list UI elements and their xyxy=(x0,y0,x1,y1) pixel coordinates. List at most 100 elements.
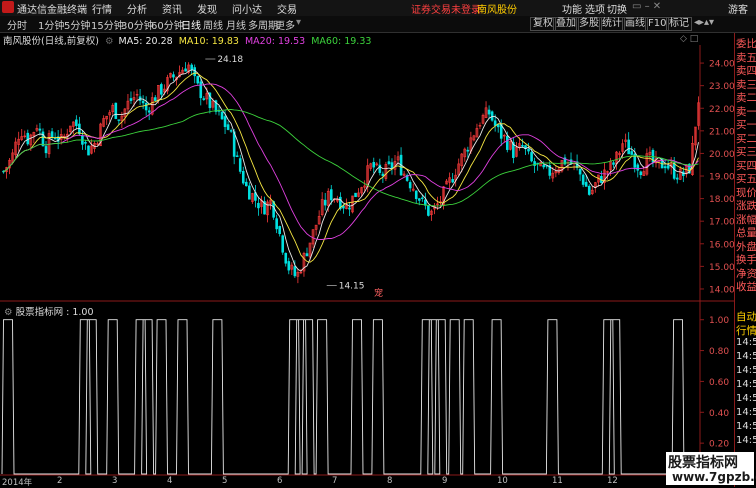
price-tick-label: 18.00 xyxy=(709,195,734,205)
menu-function[interactable]: 功能 xyxy=(562,1,582,16)
ma10-line xyxy=(3,72,699,263)
tick-panel-label[interactable]: 自动 xyxy=(736,309,756,324)
candle-body xyxy=(141,100,145,104)
candle-body xyxy=(542,164,546,168)
low-label: 14.15 xyxy=(339,282,365,292)
tab-monthly[interactable]: 月线 xyxy=(226,17,246,32)
tab-1min[interactable]: 1分钟 xyxy=(38,17,64,32)
date-axis: 2014年 2 3 4 5 6 7 8 9 10 11 12 xyxy=(0,476,670,488)
menu-guest[interactable]: 游客 xyxy=(728,1,748,16)
candle-body xyxy=(44,146,48,154)
candle-body xyxy=(50,131,54,138)
candle-body xyxy=(241,171,245,184)
candle-body xyxy=(323,199,327,206)
date-tick-label: 2014年 xyxy=(2,478,33,488)
candle-body xyxy=(390,162,394,169)
price-tick-label: 22.00 xyxy=(709,105,734,115)
window-controls-icon[interactable]: ▭ – ✕ xyxy=(632,1,661,12)
candle-body xyxy=(372,162,376,168)
kline-chart[interactable]: 24.00 23.00 22.00 21.00 20.00 19.00 18.00 17.00… xyxy=(0,45,734,476)
price-tick-label: 17.00 xyxy=(709,218,734,228)
candle-body xyxy=(75,119,78,126)
ma60-line xyxy=(3,109,699,207)
candle-body xyxy=(675,177,679,180)
tab-5min[interactable]: 5分钟 xyxy=(64,17,90,32)
menu-discover[interactable]: 发现 xyxy=(197,1,217,16)
indicator-tick-label: 0.40 xyxy=(709,409,729,419)
candle-body xyxy=(639,171,643,176)
date-tick-label: 9 xyxy=(442,476,448,486)
candle-body xyxy=(114,102,118,119)
candle-body xyxy=(587,185,591,195)
menu-ask[interactable]: 问小达 xyxy=(232,1,262,16)
candle-body xyxy=(527,149,530,152)
menu-options[interactable]: 选项 xyxy=(585,1,605,16)
indicator-tick-label: 0.80 xyxy=(709,347,729,357)
candle-body xyxy=(348,207,351,210)
candle-body xyxy=(172,74,175,78)
candle-body xyxy=(414,190,418,200)
tab-more[interactable]: 更多 xyxy=(275,17,295,32)
indicator-settings-icon[interactable]: ⚙ xyxy=(4,307,13,318)
candle-body xyxy=(26,132,30,145)
candle-body xyxy=(87,145,90,156)
indicator-line xyxy=(1,319,700,475)
candle-body xyxy=(53,137,57,140)
price-tick-label: 15.00 xyxy=(709,263,734,273)
indicator-name: 股票指标网 xyxy=(15,307,64,318)
tick-time: 14:50 xyxy=(736,351,756,362)
watermark-title: 股票指标网 xyxy=(668,455,738,471)
menu-trade[interactable]: 交易 xyxy=(277,1,297,16)
tab-daily[interactable]: 日线 xyxy=(181,17,201,32)
tick-time: 14:50 xyxy=(736,421,756,432)
nav-arrows-icon[interactable]: ◂▸▴▾ xyxy=(694,17,714,28)
candle-body xyxy=(117,119,121,121)
date-tick-label: 8 xyxy=(387,476,393,486)
menu-switch[interactable]: 切换 xyxy=(607,1,627,16)
ma5-line xyxy=(3,69,699,272)
tab-multi-period[interactable]: 多周期 xyxy=(248,17,278,32)
indicator-value: : 1.00 xyxy=(66,307,94,318)
tab-30min[interactable]: 30分钟 xyxy=(121,17,154,32)
tick-time: 14:50 xyxy=(736,407,756,418)
tab-15min[interactable]: 15分钟 xyxy=(91,17,124,32)
tick-panel-label[interactable]: 行情 xyxy=(736,323,756,338)
candle-body xyxy=(226,124,230,130)
price-tick-label: 14.00 xyxy=(709,285,734,295)
menu-analysis[interactable]: 分析 xyxy=(127,1,147,16)
mark-button[interactable]: 标记 xyxy=(666,17,692,31)
tab-60min[interactable]: 60分钟 xyxy=(151,17,184,32)
candle-body xyxy=(196,75,200,84)
candle-body xyxy=(235,155,239,157)
candle-body xyxy=(663,166,667,169)
event-marker: 宠 xyxy=(374,287,383,299)
menu-news[interactable]: 资讯 xyxy=(162,1,182,16)
indicator-tick-label: 0.20 xyxy=(709,440,729,450)
date-tick-label: 2 xyxy=(57,476,63,486)
candle-body xyxy=(521,145,524,147)
candle-body xyxy=(287,261,291,271)
login-notice[interactable]: 证券交易未登录 xyxy=(411,1,481,16)
date-tick-label: 12 xyxy=(607,476,618,486)
quote-panel: 委比 卖五 卖四 卖三 卖二 卖一 买一 买二 买三 买四 买五 现价 涨跌 涨幅 总量 外盘 换手 净资 收益 自动… xyxy=(734,33,756,487)
candle-body xyxy=(505,135,509,150)
candle-body xyxy=(144,102,148,111)
panel-toggle-icon[interactable]: ◇ □ xyxy=(680,34,698,44)
app-logo-icon xyxy=(2,1,14,13)
period-toolbar: 分时 1分钟 5分钟 15分钟 30分钟 60分钟 日线 周线 月线 多周期 更… xyxy=(0,16,756,33)
menu-bar: 通达信金融终端 行情 分析 资讯 发现 问小达 交易 证券交易未登录 南风股份 … xyxy=(0,0,756,17)
candle-body xyxy=(329,189,333,201)
candle-body xyxy=(493,120,497,126)
menu-market[interactable]: 行情 xyxy=(92,1,112,16)
candle-body xyxy=(466,149,470,152)
tab-weekly[interactable]: 周线 xyxy=(203,17,223,32)
tab-intraday[interactable]: 分时 xyxy=(7,17,27,32)
candle-body xyxy=(160,84,163,95)
date-tick-label: 7 xyxy=(332,476,338,486)
candle-body xyxy=(238,158,242,172)
candle-body xyxy=(153,97,157,101)
chevron-down-icon[interactable]: ▾ xyxy=(296,17,301,28)
candle-body xyxy=(147,110,151,113)
price-tick-label: 20.00 xyxy=(709,150,734,160)
indicator-tick-label: 1.00 xyxy=(709,316,729,326)
